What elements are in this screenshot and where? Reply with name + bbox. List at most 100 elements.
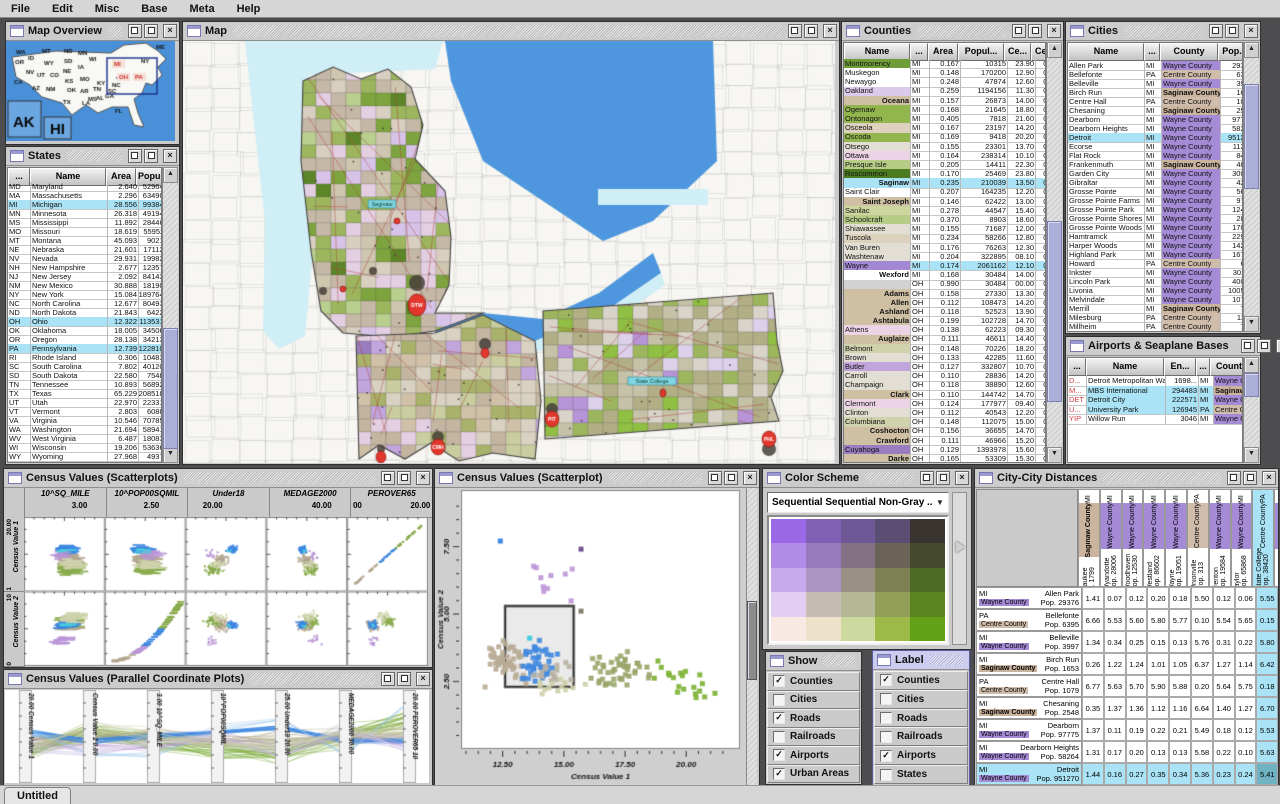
distance-row[interactable]: MIDearborn HeightsWayne CountyPop. 58264… — [976, 741, 1277, 763]
checkbox[interactable] — [880, 712, 892, 724]
distance-column-header[interactable]: PACentre CountyState CollegePop. 38420 — [1252, 489, 1274, 587]
distance-cell[interactable]: 1.41 — [1082, 587, 1104, 609]
distance-cell[interactable]: 5.90 — [1147, 675, 1169, 697]
checkbox[interactable] — [880, 693, 892, 705]
distance-column-header[interactable]: MIWayne CountyTrentonPop. 19584 — [1209, 489, 1231, 587]
distance-cell[interactable]: 1.22 — [1104, 653, 1126, 675]
table-row[interactable]: Presque IsleMI0.2051441122.3002.16 — [844, 160, 1045, 169]
checkbox-row-urban-areas[interactable]: ✓Urban Areas — [767, 765, 860, 784]
distance-cell[interactable]: 0.18 — [1256, 675, 1278, 697]
distance-cell[interactable]: 0.34 — [1169, 763, 1191, 785]
distance-cell[interactable]: 1.01 — [1147, 653, 1169, 675]
scroll-up-button[interactable]: ▲ — [1047, 42, 1062, 58]
table-row[interactable]: MNMinnesota26.3184919479 — [8, 209, 161, 218]
maximize-button[interactable] — [1257, 339, 1271, 353]
checkbox-row-roads[interactable]: ✓Roads — [767, 709, 860, 728]
distance-cell[interactable]: 5.60 — [1126, 609, 1148, 631]
table-row[interactable]: OceanaMI0.1572687314.0002.66 — [844, 96, 1045, 105]
table-row[interactable]: EcorseMIWayne County11229 — [1068, 142, 1242, 151]
table-row[interactable]: Centre HallPACentre County1079 — [1068, 97, 1242, 106]
table-row[interactable]: ColumbianaOH0.14811207515.0003.81 — [844, 417, 1045, 426]
menu-item-file[interactable]: File — [0, 1, 41, 17]
distance-cell[interactable]: 5.54 — [1213, 609, 1235, 631]
table-row[interactable]: MuskegonMI0.14817020012.9004.28 — [844, 68, 1045, 77]
table-row[interactable]: AshlandOH0.1185252313.9003.34 — [844, 307, 1045, 316]
checkbox[interactable]: ✓ — [773, 768, 785, 780]
distance-cell[interactable]: 5.53 — [1104, 609, 1126, 631]
scrollbar-thumb[interactable] — [1047, 221, 1062, 402]
close-button[interactable]: × — [743, 471, 757, 485]
distance-cell[interactable]: 1.12 — [1147, 697, 1169, 719]
table-row[interactable]: AdamsOH0.1582733013.3002.62 — [844, 289, 1045, 298]
scrollbar-track[interactable] — [163, 183, 178, 447]
column-header[interactable]: En... — [1164, 358, 1196, 376]
distance-cell[interactable]: 0.34 — [1104, 631, 1126, 653]
table-row[interactable]: OsceolaMI0.1672319714.2002.53 — [844, 123, 1045, 132]
color-swatch[interactable] — [875, 543, 910, 567]
color-swatch[interactable] — [841, 617, 876, 641]
color-swatch[interactable] — [841, 568, 876, 592]
table-row[interactable]: Saint ClairMI0.20716423512.2003.88 — [844, 188, 1045, 197]
table-row[interactable]: AshtabulaOH0.19910272814.7003.48 — [844, 316, 1045, 325]
column-header[interactable]: Name — [1068, 43, 1144, 61]
scatterplot-canvas[interactable] — [435, 488, 746, 785]
distance-cell[interactable]: 5.76 — [1191, 631, 1213, 653]
distance-row[interactable]: MIDetroitWayne CountyPop. 9512701.440.16… — [976, 763, 1277, 785]
color-swatch[interactable] — [910, 568, 945, 592]
table-row[interactable]: NJNew Jersey2.0928414350 — [8, 272, 161, 281]
minimize-button[interactable] — [128, 24, 142, 38]
distance-cell[interactable]: 5.75 — [1235, 675, 1257, 697]
distance-row[interactable]: MIBellevilleWayne CountyPop. 39971.340.3… — [976, 631, 1277, 653]
titlebar-distances[interactable]: City-City Distances × — [975, 469, 1278, 488]
table-row[interactable]: BelmontOH0.1487022618.2003.38 — [844, 344, 1045, 353]
table-row[interactable]: SCSouth Carolina7.8024012012 — [8, 362, 161, 371]
table-row[interactable]: OtsegoMI0.1552330113.7002.59 — [844, 142, 1045, 151]
table-row[interactable]: VTVermont2.803608827 — [8, 407, 161, 416]
checkbox-row-railroads[interactable]: Railroads — [767, 728, 860, 747]
geographic-map[interactable] — [183, 41, 835, 463]
distance-cell[interactable]: 0.13 — [1147, 741, 1169, 763]
distance-row-header[interactable]: MIBirch RunSaginaw CountyPop. 1653 — [976, 653, 1082, 675]
table-row[interactable]: MAMassachusetts2.2966349097 — [8, 191, 161, 200]
distance-column-header[interactable]: PACentre CountyUnionvillePop. 313 — [1187, 489, 1209, 587]
minimize-button[interactable] — [1227, 471, 1241, 485]
distance-cell[interactable]: 0.26 — [1082, 653, 1104, 675]
table-row[interactable]: Dearborn HeightsMIWayne County58264 — [1068, 124, 1242, 133]
color-swatch[interactable] — [771, 543, 806, 567]
close-button[interactable]: × — [955, 471, 969, 485]
distance-cell[interactable]: 0.22 — [1147, 719, 1169, 741]
color-swatch[interactable] — [875, 568, 910, 592]
table-row[interactable]: NewaygoMI0.2484787412.6002.75 — [844, 77, 1045, 86]
distance-cell[interactable]: 0.31 — [1213, 631, 1235, 653]
table-row[interactable]: HamtramckMIWayne County22976 — [1068, 232, 1242, 241]
distance-row[interactable]: MIAllen ParkWayne CountyPop. 293761.410.… — [976, 587, 1277, 609]
distance-cell[interactable]: 5.88 — [1169, 675, 1191, 697]
table-row[interactable]: MillheimPACentre County749 — [1068, 322, 1242, 331]
distance-cell[interactable]: 5.63 — [1104, 675, 1126, 697]
checkbox[interactable]: ✓ — [880, 674, 892, 686]
vertical-scrollbar[interactable]: ▲▼ — [1243, 42, 1259, 332]
table-row[interactable]: OKOklahoma18.0053450654 — [8, 326, 161, 335]
distance-row-header[interactable]: PACentre HallCentre CountyPop. 1079 — [976, 675, 1082, 697]
scrollbar-track[interactable] — [1047, 58, 1062, 447]
scroll-up-button[interactable]: ▲ — [1244, 357, 1259, 373]
table-row[interactable]: NENebraska21.6011711263 — [8, 245, 161, 254]
table-row[interactable]: Flat RockMIWayne County8488 — [1068, 151, 1242, 160]
distance-row[interactable]: MIDearbornWayne CountyPop. 977751.370.11… — [976, 719, 1277, 741]
table-row[interactable]: CoshoctonOH0.1563665514.7002.84 — [844, 427, 1045, 436]
table-row[interactable]: MTMontana45.093902195 — [8, 236, 161, 245]
distance-cell[interactable]: 1.27 — [1235, 697, 1257, 719]
distance-column-header[interactable]: MISaginaw CountyZilwaukeePop. 1799 — [1078, 489, 1100, 587]
color-scheme-dropdown[interactable]: Sequential Sequential Non-Gray ... ▼ — [767, 492, 949, 513]
table-row[interactable]: NMNew Mexico30.8881819046 — [8, 281, 161, 290]
distance-cell[interactable]: 5.70 — [1126, 675, 1148, 697]
distance-cell[interactable]: 5.49 — [1191, 719, 1213, 741]
checkbox-row-cities[interactable]: Cities — [767, 691, 860, 710]
distance-column-header[interactable]: MIWayne CountyTaylorPop. 65868 — [1231, 489, 1253, 587]
minimize-button[interactable] — [381, 471, 395, 485]
distance-column-header[interactable]: MIWayne CountyWoodhavenPop. 12530 — [1122, 489, 1144, 587]
maximize-button[interactable] — [1028, 24, 1042, 38]
table-row[interactable]: Van BurenMI0.1767626312.3003.34 — [844, 243, 1045, 252]
maximize-button[interactable] — [804, 24, 818, 38]
table-row[interactable]: RIRhode Island0.3061048319 — [8, 353, 161, 362]
